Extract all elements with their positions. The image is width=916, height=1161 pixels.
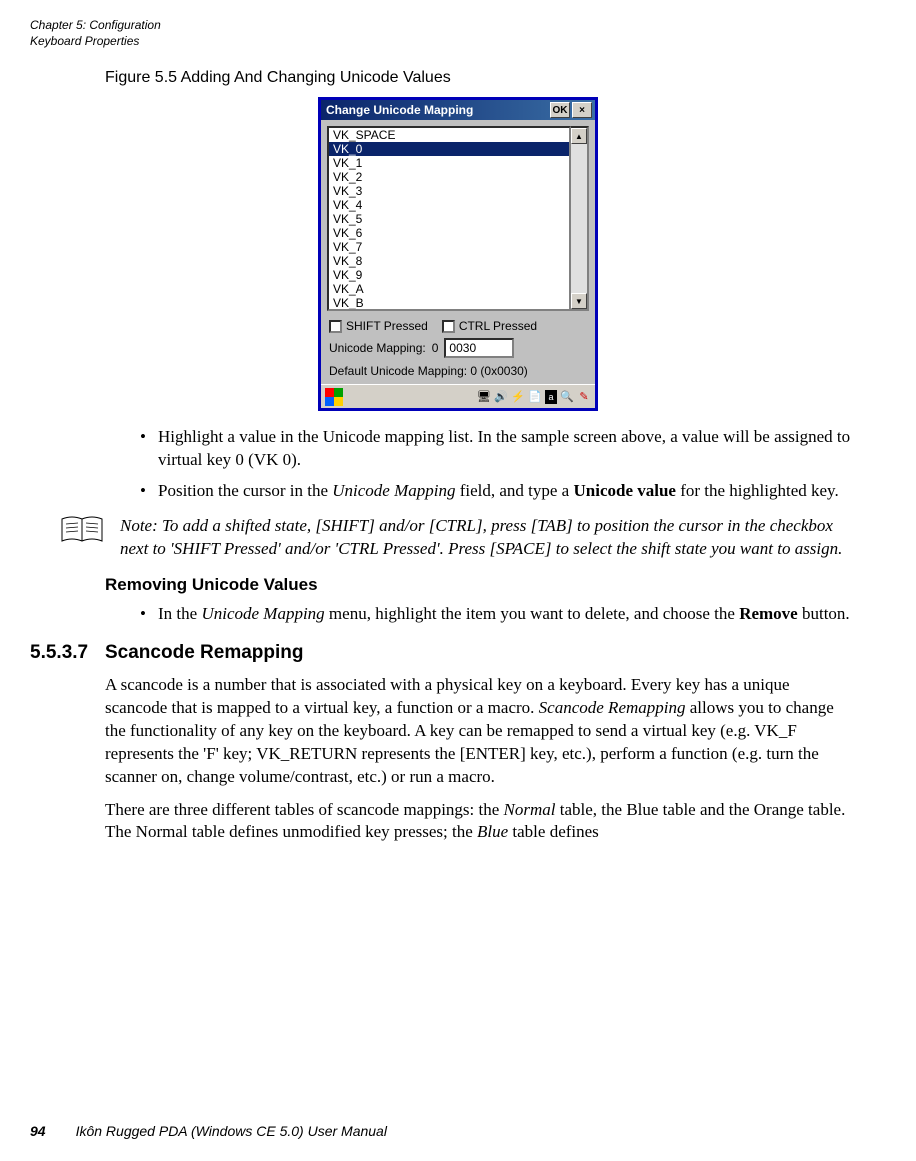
bullet-item: Position the cursor in the Unicode Mappi… xyxy=(140,480,856,503)
unicode-mapping-input[interactable] xyxy=(444,338,514,358)
tray-icon[interactable]: 🔊 xyxy=(494,390,508,404)
tray-icon[interactable]: ✎ xyxy=(577,390,591,404)
section-title: Scancode Remapping xyxy=(105,642,304,663)
ctrl-pressed-checkbox[interactable]: CTRL Pressed xyxy=(442,319,537,333)
note-block: Note: To add a shifted state, [SHIFT] an… xyxy=(60,515,856,561)
taskbar: 🖥 🔊 ⚡ 📄 a 🔍 ✎ xyxy=(321,384,595,408)
list-item[interactable]: VK_SPACE xyxy=(329,128,569,142)
list-item[interactable]: VK_2 xyxy=(329,170,569,184)
scroll-down-button[interactable]: ▼ xyxy=(571,293,587,309)
list-item[interactable]: VK_8 xyxy=(329,254,569,268)
list-item[interactable]: VK_4 xyxy=(329,198,569,212)
scroll-up-button[interactable]: ▲ xyxy=(571,128,587,144)
figure-caption: Figure 5.5 Adding And Changing Unicode V… xyxy=(105,69,886,87)
bullet-list: Highlight a value in the Unicode mapping… xyxy=(140,426,856,503)
scroll-track[interactable] xyxy=(571,144,587,293)
ok-button[interactable]: OK xyxy=(550,102,570,118)
vk-listbox[interactable]: VK_SPACE VK_0 VK_1 VK_2 VK_3 VK_4 VK_5 V… xyxy=(327,126,571,311)
listbox-scrollbar[interactable]: ▲ ▼ xyxy=(571,126,589,311)
header-section: Keyboard Properties xyxy=(30,34,886,50)
shift-label: SHIFT Pressed xyxy=(346,319,428,333)
note-text: Note: To add a shifted state, [SHIFT] an… xyxy=(120,515,856,561)
body-paragraph: A scancode is a number that is associate… xyxy=(105,674,856,789)
start-icon[interactable] xyxy=(325,388,343,406)
checkbox-icon xyxy=(442,320,455,333)
shift-pressed-checkbox[interactable]: SHIFT Pressed xyxy=(329,319,428,333)
manual-title: Ikôn Rugged PDA (Windows CE 5.0) User Ma… xyxy=(76,1123,387,1139)
ctrl-label: CTRL Pressed xyxy=(459,319,537,333)
list-item[interactable]: VK_3 xyxy=(329,184,569,198)
tray-icon[interactable]: 🖥 xyxy=(477,390,491,404)
list-item[interactable]: VK_9 xyxy=(329,268,569,282)
checkbox-icon xyxy=(329,320,342,333)
tray-icon[interactable]: ⚡ xyxy=(511,390,525,404)
body-paragraph: There are three different tables of scan… xyxy=(105,799,856,845)
list-item[interactable]: VK_7 xyxy=(329,240,569,254)
dialog-titlebar: Change Unicode Mapping OK × xyxy=(321,100,595,120)
list-item[interactable]: VK_6 xyxy=(329,226,569,240)
section-number: 5.5.3.7 xyxy=(30,642,105,664)
page-footer: 94 Ikôn Rugged PDA (Windows CE 5.0) User… xyxy=(30,1123,387,1139)
mapping-label: Unicode Mapping: xyxy=(329,341,426,355)
bullet-item: In the Unicode Mapping menu, highlight t… xyxy=(140,603,856,626)
dialog-title: Change Unicode Mapping xyxy=(324,103,548,117)
section-heading: 5.5.3.7Scancode Remapping xyxy=(30,642,886,664)
tray-icon[interactable]: 🔍 xyxy=(560,390,574,404)
page-header: Chapter 5: Configuration Keyboard Proper… xyxy=(30,18,886,49)
list-item[interactable]: VK_0 xyxy=(329,142,569,156)
unicode-mapping-dialog: Change Unicode Mapping OK × VK_SPACE VK_… xyxy=(318,97,598,411)
tray-icon[interactable]: 📄 xyxy=(528,390,542,404)
bullet-item: Highlight a value in the Unicode mapping… xyxy=(140,426,856,472)
tray-icon[interactable]: a xyxy=(545,390,557,404)
list-item[interactable]: VK_A xyxy=(329,282,569,296)
book-icon xyxy=(60,515,104,545)
list-item[interactable]: VK_B xyxy=(329,296,569,310)
screenshot-container: Change Unicode Mapping OK × VK_SPACE VK_… xyxy=(30,97,886,411)
mapping-char: 0 xyxy=(432,341,439,355)
subheading-removing: Removing Unicode Values xyxy=(105,575,886,595)
header-chapter: Chapter 5: Configuration xyxy=(30,18,886,34)
close-button[interactable]: × xyxy=(572,102,592,118)
page-number: 94 xyxy=(30,1123,46,1139)
bullet-list: In the Unicode Mapping menu, highlight t… xyxy=(140,603,856,626)
default-mapping-label: Default Unicode Mapping: 0 (0x0030) xyxy=(321,361,595,384)
list-item[interactable]: VK_5 xyxy=(329,212,569,226)
list-item[interactable]: VK_1 xyxy=(329,156,569,170)
